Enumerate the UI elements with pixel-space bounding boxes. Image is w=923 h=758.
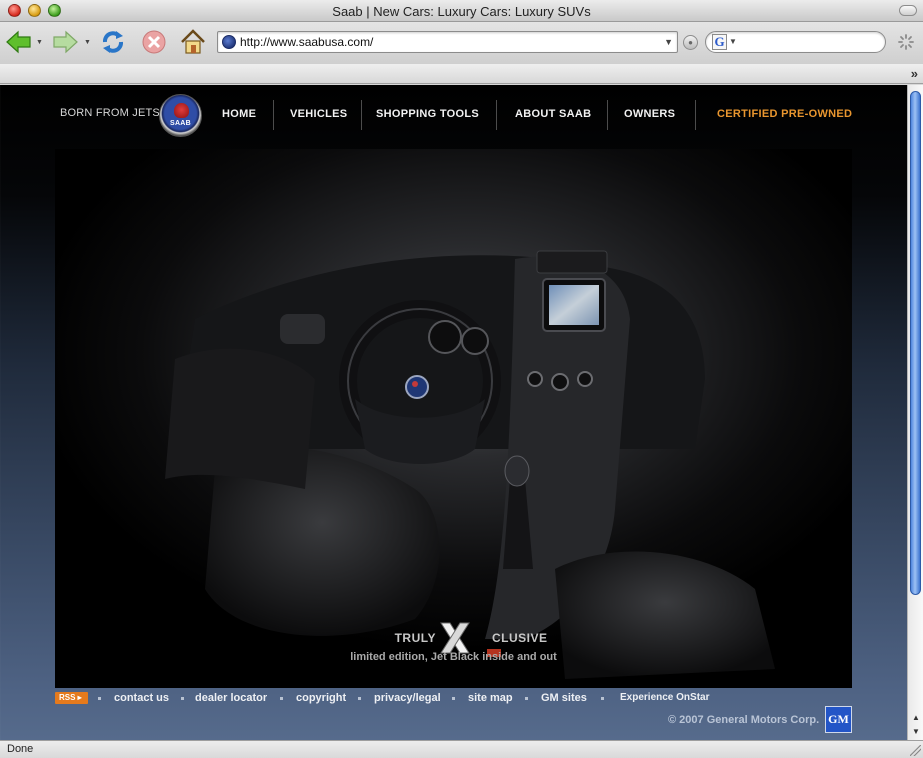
footer-link-contact-us[interactable]: contact us [114, 692, 169, 704]
url-text[interactable]: http://www.saabusa.com/ [240, 35, 373, 49]
footer-link-gm-sites[interactable]: GM sites [541, 692, 587, 704]
footer-links: RSS ▸ contact us dealer locator copyrigh… [55, 690, 855, 706]
footer-divider [358, 697, 361, 700]
nav-divider [607, 100, 608, 130]
window-title: Saab | New Cars: Luxury Cars: Luxury SUV… [332, 4, 591, 19]
reload-icon [103, 31, 123, 53]
toolbar-toggle-button[interactable] [899, 5, 917, 16]
search-engine-caret-icon[interactable]: ▼ [729, 37, 737, 46]
forward-history-caret-icon[interactable]: ▼ [84, 39, 91, 46]
go-icon[interactable]: ● [683, 35, 698, 50]
site-nav: BORN FROM JETS SAAB HOME VEHICLES SHOPPI… [0, 85, 907, 147]
stop-icon [142, 30, 166, 54]
browser-toolbar: ▼ ▼ http://www.saabusa.com/ ▼ ● G ▼ [0, 22, 923, 64]
scroll-thumb[interactable] [910, 91, 921, 595]
footer-link-privacy-legal[interactable]: privacy/legal [374, 692, 441, 704]
url-history-caret-icon[interactable]: ▼ [664, 37, 673, 47]
back-button[interactable] [4, 27, 34, 57]
car-interior-image [55, 149, 852, 688]
window-titlebar: Saab | New Cars: Luxury Cars: Luxury SUV… [0, 0, 923, 22]
rss-label: RSS [59, 693, 76, 702]
tagline-truly: TRULY [394, 631, 436, 645]
more-bookmarks-chevron-icon[interactable]: » [911, 66, 918, 81]
nav-owners[interactable]: OWNERS [624, 108, 675, 120]
hero-image[interactable] [55, 149, 852, 688]
nav-about-saab[interactable]: ABOUT SAAB [515, 108, 591, 120]
site-favicon-icon [222, 35, 236, 49]
copyright-text: © 2007 General Motors Corp. [668, 714, 820, 726]
griffin-icon [174, 103, 189, 118]
nav-certified-pre-owned[interactable]: CERTIFIED PRE-OWNED [717, 108, 852, 120]
google-search-icon[interactable]: G [712, 34, 727, 50]
stop-button[interactable] [139, 27, 169, 57]
brand-tagline: BORN FROM JETS [60, 107, 160, 119]
footer-link-copyright[interactable]: copyright [296, 692, 346, 704]
nav-divider [273, 100, 274, 130]
nav-shopping-tools[interactable]: SHOPPING TOOLS [376, 108, 479, 120]
bookmarks-bar: » [0, 64, 923, 84]
back-arrow-icon [6, 30, 31, 54]
resize-grip-icon[interactable] [910, 745, 921, 756]
footer-divider [601, 697, 604, 700]
footer-link-site-map[interactable]: site map [468, 692, 513, 704]
loading-spinner-icon [898, 34, 914, 50]
saab-logo[interactable]: SAAB [159, 94, 202, 137]
footer-divider [98, 697, 101, 700]
hero-subline: limited edition, Jet Black inside and ou… [350, 651, 557, 663]
saab-logo-text: SAAB [169, 120, 192, 127]
footer-divider [181, 697, 184, 700]
scroll-up-arrow-icon[interactable]: ▲ [908, 711, 923, 725]
status-bar: Done [0, 740, 923, 758]
rss-badge[interactable]: RSS ▸ [55, 692, 88, 704]
search-box[interactable]: G ▼ [705, 31, 886, 53]
home-button[interactable] [178, 27, 208, 57]
back-history-caret-icon[interactable]: ▼ [36, 39, 43, 46]
gm-logo[interactable]: GM [825, 706, 852, 733]
reload-button[interactable] [98, 27, 128, 57]
nav-home[interactable]: HOME [222, 108, 256, 120]
nav-divider [361, 100, 362, 130]
footer-divider [280, 697, 283, 700]
web-page: BORN FROM JETS SAAB HOME VEHICLES SHOPPI… [0, 85, 907, 740]
nav-vehicles[interactable]: VEHICLES [290, 108, 347, 120]
status-text: Done [7, 743, 34, 755]
nav-divider [496, 100, 497, 130]
home-icon [181, 29, 205, 54]
forward-button[interactable] [50, 27, 80, 57]
nav-divider [695, 100, 696, 130]
footer-divider [525, 697, 528, 700]
footer-link-dealer-locator[interactable]: dealer locator [195, 692, 267, 704]
forward-arrow-icon [53, 30, 78, 54]
address-bar[interactable]: http://www.saabusa.com/ ▼ [217, 31, 678, 53]
footer-divider [452, 697, 455, 700]
scroll-down-arrow-icon[interactable]: ▼ [908, 725, 923, 739]
x-emblem-icon [440, 622, 470, 654]
tagline-clusive: CLUSIVE [492, 631, 548, 645]
vertical-scrollbar[interactable]: ▲ ▼ [907, 85, 923, 740]
footer-link-experience-onstar[interactable]: Experience OnStar [620, 692, 709, 703]
